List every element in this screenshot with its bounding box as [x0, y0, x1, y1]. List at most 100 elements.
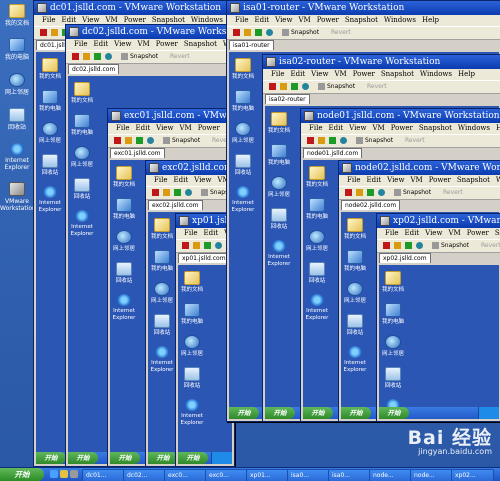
guest-start-button[interactable]: 开始 — [265, 407, 295, 419]
menu-item-help[interactable]: Help — [496, 124, 500, 132]
menu-item-edit[interactable]: Edit — [61, 16, 76, 24]
documents-icon[interactable]: 我的文档 — [0, 4, 34, 27]
menu-item-help[interactable]: Help — [458, 70, 475, 78]
menu-item-vm[interactable]: VM — [372, 124, 384, 132]
menu-item-windows[interactable]: Windows — [420, 70, 452, 78]
computer-icon[interactable]: 我的电脑 — [178, 303, 206, 326]
vm-tab[interactable]: node02.jslld.com — [341, 200, 401, 210]
menu-item-windows[interactable]: Windows — [496, 176, 500, 184]
menu-item-vm[interactable]: VM — [105, 16, 117, 24]
menu-item-edit[interactable]: Edit — [290, 70, 305, 78]
menu-item-file[interactable]: File — [235, 16, 248, 24]
taskbar-window-button[interactable]: dc02... — [123, 469, 166, 481]
menu-item-edit[interactable]: Edit — [366, 176, 381, 184]
snapshot-icon[interactable] — [201, 189, 208, 196]
snapshot-icon[interactable] — [282, 29, 289, 36]
menu-item-snapshot[interactable]: Snapshot — [184, 40, 217, 48]
menu-item-power[interactable]: Power — [198, 124, 220, 132]
menu-item-file[interactable]: File — [42, 16, 55, 24]
recycle-bin-icon[interactable]: 回收站 — [36, 154, 64, 177]
ie-icon[interactable]: Internet Explorer — [0, 143, 34, 171]
recycle-bin-icon[interactable]: 回收站 — [148, 314, 176, 337]
snapshot-button[interactable]: Snapshot — [130, 51, 158, 63]
guest-start-button[interactable]: 开始 — [110, 452, 140, 464]
play-icon[interactable] — [405, 242, 412, 249]
pause-icon[interactable] — [244, 29, 251, 36]
snapshot-button[interactable]: Snapshot — [403, 187, 431, 199]
reset-icon[interactable] — [105, 53, 112, 60]
play-icon[interactable] — [174, 189, 181, 196]
network-icon[interactable]: 网上邻居 — [36, 122, 64, 145]
guest-start-button[interactable]: 开始 — [303, 407, 333, 419]
network-icon[interactable]: 网上邻居 — [0, 73, 34, 96]
reset-icon[interactable] — [266, 29, 273, 36]
menu-item-power[interactable]: Power — [317, 16, 339, 24]
vm-window[interactable]: xp02.jslld.com - VMware Workstation File E… — [376, 213, 500, 422]
ie-icon[interactable]: Internet Explorer — [229, 186, 257, 214]
window-title-bar[interactable]: xp02.jslld.com - VMware Workstation — [377, 214, 500, 228]
taskbar-window-button[interactable]: xp02... — [451, 469, 494, 481]
menu-item-view[interactable]: View — [275, 16, 292, 24]
documents-icon[interactable]: 我的文档 — [36, 58, 64, 81]
documents-icon[interactable]: 我的文档 — [379, 271, 407, 294]
computer-icon[interactable]: 我的电脑 — [36, 90, 64, 113]
menu-item-edit[interactable]: Edit — [404, 229, 419, 237]
recycle-bin-icon[interactable]: 回收站 — [68, 178, 96, 201]
recycle-bin-icon[interactable]: 回收站 — [303, 262, 331, 285]
revert-button[interactable]: Revert — [331, 27, 351, 39]
menu-item-edit[interactable]: Edit — [254, 16, 269, 24]
menu-item-help[interactable]: Help — [422, 16, 439, 24]
guest-start-button[interactable]: 开始 — [68, 452, 98, 464]
network-icon[interactable]: 网上邻居 — [341, 282, 369, 305]
guest-start-button[interactable]: 开始 — [229, 407, 259, 419]
window-title-bar[interactable]: node02.jslld.com - VMware Workstation — [339, 161, 500, 175]
play-icon[interactable] — [255, 29, 262, 36]
ie-icon[interactable]: Internet Explorer — [36, 186, 64, 214]
taskbar-window-button[interactable]: node... — [410, 469, 453, 481]
menu-item-vm[interactable]: VM — [179, 124, 191, 132]
reset-icon[interactable] — [185, 189, 192, 196]
menu-item-view[interactable]: View — [194, 176, 211, 184]
pause-icon[interactable] — [318, 137, 325, 144]
menu-item-file[interactable]: File — [347, 176, 360, 184]
ie-icon[interactable]: Internet Explorer — [265, 240, 293, 268]
menu-item-edit[interactable]: Edit — [173, 176, 188, 184]
menu-item-edit[interactable]: Edit — [135, 124, 150, 132]
quick-launch-ie-icon[interactable] — [50, 470, 58, 478]
menu-item-edit[interactable]: Edit — [328, 124, 343, 132]
reset-icon[interactable] — [215, 242, 222, 249]
revert-button[interactable]: Revert — [405, 135, 425, 147]
menu-item-view[interactable]: View — [82, 16, 99, 24]
computer-icon[interactable]: 我的电脑 — [229, 90, 257, 113]
documents-icon[interactable]: 我的文档 — [265, 112, 293, 135]
window-title-bar[interactable]: exc02.jslld.com - VMware Workstation — [146, 161, 234, 175]
documents-icon[interactable]: 我的文档 — [229, 58, 257, 81]
window-title-bar[interactable]: dc02.jslld.com - VMware Workstation — [66, 25, 234, 39]
recycle-bin-icon[interactable]: 回收站 — [110, 262, 138, 285]
menu-item-file[interactable]: File — [154, 176, 167, 184]
taskbar-window-button[interactable]: exc0... — [205, 469, 248, 481]
snapshot-icon[interactable] — [432, 242, 439, 249]
window-title-bar[interactable]: isa02-router - VMware Workstation — [263, 55, 500, 69]
menu-item-snapshot[interactable]: Snapshot — [381, 70, 414, 78]
menu-item-file[interactable]: File — [271, 70, 284, 78]
network-icon[interactable]: 网上邻居 — [265, 176, 293, 199]
menu-item-file[interactable]: File — [184, 229, 197, 237]
guest-screen[interactable]: 我的文档我的电脑网上邻居回收站Internet Explorer开始 — [178, 265, 232, 464]
vm-tab[interactable]: node01.jslld.com — [303, 148, 363, 158]
menu-item-power[interactable]: Power — [353, 70, 375, 78]
taskbar-window-button[interactable]: exc0... — [164, 469, 207, 481]
menu-item-view[interactable]: View — [425, 229, 442, 237]
network-icon[interactable]: 网上邻居 — [110, 230, 138, 253]
window-title-bar[interactable]: dc01.jslld.com - VMware Workstation — [34, 1, 234, 15]
guest-screen[interactable]: 我的文档我的电脑网上邻居回收站Internet Explorer开始 — [379, 265, 499, 419]
menu-item-power[interactable]: Power — [391, 124, 413, 132]
revert-button[interactable]: Revert — [481, 240, 500, 252]
recycle-bin-icon[interactable]: 回收站 — [265, 208, 293, 231]
guest-start-button[interactable]: 开始 — [178, 452, 208, 464]
guest-start-button[interactable]: 开始 — [341, 407, 371, 419]
recycle-bin-icon[interactable]: 回收站 — [178, 367, 206, 390]
menu-item-file[interactable]: File — [74, 40, 87, 48]
start-button[interactable]: 开始 — [0, 468, 44, 481]
ie-icon[interactable]: Internet Explorer — [178, 399, 206, 427]
